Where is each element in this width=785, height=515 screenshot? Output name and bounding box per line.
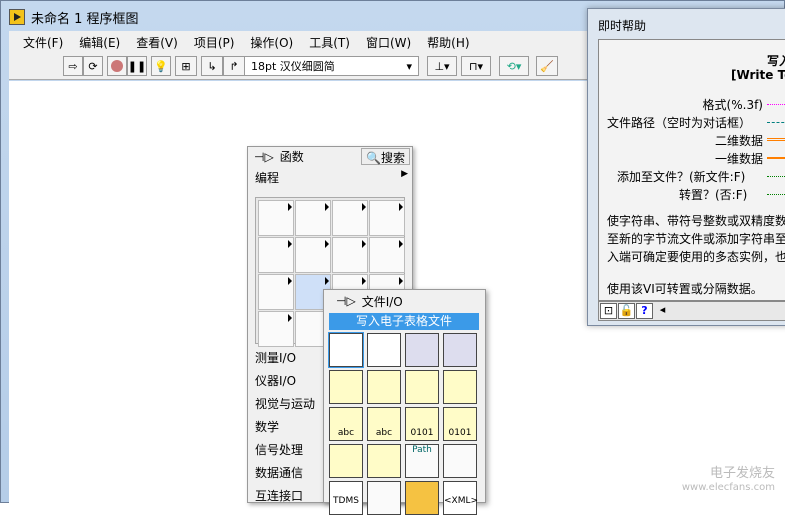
category-measurement-io[interactable]: 测量I/O — [255, 349, 296, 366]
pause-icon[interactable]: ❚❚ — [127, 56, 147, 76]
highlight-execution-icon[interactable]: 💡 — [151, 56, 171, 76]
abort-icon[interactable] — [107, 56, 127, 76]
terminal-format: 格式(%.3f) — [702, 98, 763, 112]
context-help-window: 即时帮助 写入 [Write To 格式(%.3f) 文件路径（空时为对话框） … — [587, 8, 785, 326]
menu-tools[interactable]: 工具(T) — [301, 34, 358, 51]
boolean-icon[interactable] — [258, 237, 294, 273]
array-icon[interactable] — [295, 200, 331, 236]
help-footer: ⊡ 🔓 ? ◂ — [598, 301, 785, 321]
format-into-file-icon[interactable] — [405, 370, 439, 404]
detailed-help-icon[interactable]: ? — [636, 303, 653, 319]
clean-up-diagram-icon[interactable]: 🧹 — [536, 56, 558, 76]
structures-icon[interactable] — [258, 200, 294, 236]
string-icon[interactable] — [295, 237, 331, 273]
watermark-url: www.elecfans.com — [681, 482, 775, 493]
scroll-left-icon[interactable]: ◂ — [654, 303, 671, 319]
search-icon: 🔍 — [366, 151, 381, 165]
run-arrow-icon[interactable]: ⇨ — [63, 56, 83, 76]
menu-view[interactable]: 查看(V) — [128, 34, 186, 51]
read-measurement-file-icon[interactable] — [443, 333, 477, 367]
file-io-subpalette: ⊣▷ 文件I/O 写入电子表格文件 abc abc 0101 0101 Path … — [323, 289, 486, 515]
align-objects-icon[interactable]: ⊥▾ — [427, 56, 457, 76]
selected-item-label: 写入电子表格文件 — [329, 313, 479, 330]
help-desc-2: 至新的字节流文件或添加字符串至 — [607, 232, 785, 246]
vi-name-en: [Write To — [731, 68, 785, 82]
run-continuous-icon[interactable]: ⟳ — [83, 56, 103, 76]
font-select[interactable]: 18pt 汉仪细圆简 ▾ — [244, 56, 419, 76]
pin-icon[interactable]: ⊣▷ — [336, 294, 356, 308]
cluster-class-icon[interactable] — [332, 200, 368, 236]
font-value: 18pt 汉仪细圆简 — [251, 60, 335, 73]
config-file-vis-icon[interactable] — [329, 444, 363, 478]
read-text-file-icon[interactable]: abc — [367, 407, 401, 441]
reorder-icon[interactable]: ⟲▾ — [499, 56, 529, 76]
palette-title: 函数 — [279, 150, 304, 164]
category-math[interactable]: 数学 — [255, 418, 279, 435]
category-connectivity[interactable]: 互连接口 — [255, 487, 303, 504]
advanced-file-icon[interactable] — [443, 444, 477, 478]
distribute-objects-icon[interactable]: ⊓▾ — [461, 56, 491, 76]
window-title: 未命名 1 程序框图 — [31, 11, 139, 27]
labview-app-icon — [9, 9, 25, 25]
chevron-right-icon: ▶ — [401, 169, 408, 179]
dialog-ui-icon[interactable] — [258, 274, 294, 310]
write-binary-file-icon[interactable]: 0101 — [405, 407, 439, 441]
write-measurement-file-icon[interactable] — [405, 333, 439, 367]
terminal-2d-data: 二维数据 — [714, 134, 763, 148]
zip-icon[interactable] — [405, 481, 439, 515]
help-content: 写入 [Write To 格式(%.3f) 文件路径（空时为对话框） 二维数据 … — [598, 39, 785, 301]
help-note: 使用该VI可转置或分隔数据。 — [607, 282, 763, 296]
menu-project[interactable]: 项目(P) — [186, 34, 243, 51]
path-constant-icon[interactable]: Path — [405, 444, 439, 478]
help-desc-3: 入端可确定要使用的多态实例，也 — [607, 250, 785, 264]
close-file-icon[interactable] — [367, 370, 401, 404]
file-constants-icon[interactable] — [367, 444, 401, 478]
title-bar: 未命名 1 程序框图 — [9, 7, 139, 27]
subpalette-title: 文件I/O — [361, 294, 403, 309]
category-instrument-io[interactable]: 仪器I/O — [255, 372, 296, 389]
scan-from-file-icon[interactable] — [443, 370, 477, 404]
tdms-icon[interactable]: TDMS — [329, 481, 363, 515]
step-over-icon[interactable]: ↱ — [223, 56, 245, 76]
terminal-transpose: 转置？(否:F) — [679, 188, 748, 202]
category-programming[interactable]: 编程 — [255, 169, 279, 186]
menu-operate[interactable]: 操作(O) — [242, 34, 301, 51]
menu-file[interactable]: 文件(F) — [15, 34, 71, 51]
help-desc-1: 使字符串、带符号整数或双精度数 — [607, 214, 785, 228]
read-spreadsheet-icon[interactable] — [367, 333, 401, 367]
vi-name: 写入 — [767, 54, 785, 68]
xml-icon[interactable]: <XML> — [443, 481, 478, 515]
help-title: 即时帮助 — [598, 19, 647, 33]
retain-wire-values-icon[interactable]: ⊞ — [175, 56, 197, 76]
chevron-down-icon: ▾ — [406, 59, 412, 73]
terminal-1d-data: 一维数据 — [714, 152, 763, 166]
category-vision-motion[interactable]: 视觉与运动 — [255, 395, 315, 412]
synchronization-icon[interactable] — [258, 311, 294, 347]
write-spreadsheet-icon[interactable] — [328, 332, 364, 368]
read-binary-file-icon[interactable]: 0101 — [443, 407, 477, 441]
menu-edit[interactable]: 编辑(E) — [71, 34, 128, 51]
watermark-text: 电子发烧友 — [709, 466, 775, 481]
category-signal-processing[interactable]: 信号处理 — [255, 441, 303, 458]
category-data-communication[interactable]: 数据通信 — [255, 464, 303, 481]
storage-icon[interactable] — [367, 481, 401, 515]
numeric-icon[interactable] — [369, 200, 405, 236]
timing-icon[interactable] — [369, 237, 405, 273]
lock-icon[interactable]: 🔓 — [618, 303, 635, 319]
open-create-file-icon[interactable] — [329, 370, 363, 404]
comparison-icon[interactable] — [332, 237, 368, 273]
search-button[interactable]: 🔍搜索 — [361, 148, 410, 165]
menu-window[interactable]: 窗口(W) — [358, 34, 419, 51]
step-into-icon[interactable]: ↳ — [201, 56, 223, 76]
watermark: 电子发烧友 www.elecfans.com — [682, 467, 775, 495]
terminal-file-path: 文件路径（空时为对话框） — [607, 116, 752, 130]
simple-diagram-help-icon[interactable]: ⊡ — [600, 303, 617, 319]
menu-help[interactable]: 帮助(H) — [419, 34, 477, 51]
pin-icon[interactable]: ⊣▷ — [254, 150, 274, 164]
terminal-append: 添加至文件？(新文件:F) — [617, 170, 746, 184]
write-text-file-icon[interactable]: abc — [329, 407, 363, 441]
